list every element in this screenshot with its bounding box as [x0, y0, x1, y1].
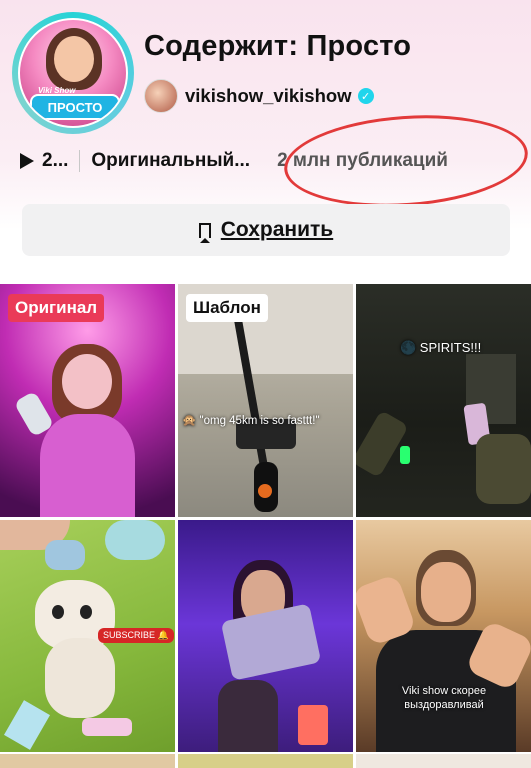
cover-badge-sub: Viki Show [38, 86, 76, 95]
video-thumbnail[interactable] [178, 520, 353, 752]
cover-badge: Viki Show ПРОСТО [30, 86, 120, 120]
save-button[interactable]: Сохранить [22, 204, 510, 256]
subscribe-sticker: SUBSCRIBE 🔔 [98, 628, 174, 643]
cover-image: Viki Show ПРОСТО [18, 18, 128, 128]
page-title: Содержит: Просто [144, 30, 412, 62]
annotation-circle [281, 107, 531, 215]
author-name[interactable]: vikishow_vikishow [185, 85, 352, 107]
video-caption: 🌑 SPIRITS!!! [400, 340, 482, 355]
video-grid: Оригинал Шаблон 🙊 "omg 45km is so fasttt… [0, 284, 531, 768]
video-thumbnail[interactable]: 🌑 SPIRITS!!! [356, 284, 531, 517]
author-row[interactable]: vikishow_vikishow ✓ [144, 78, 374, 114]
divider [79, 150, 81, 172]
save-button-label: Сохранить [220, 218, 334, 241]
cover-badge-text: ПРОСТО [47, 99, 103, 115]
video-thumbnail[interactable]: SUBSCRIBE 🔔 [0, 520, 175, 752]
author-avatar[interactable] [144, 79, 178, 113]
play-count[interactable]: 2... [20, 150, 68, 172]
sound-header: Viki Show ПРОСТО Содержит: Просто vikish… [0, 0, 531, 280]
video-caption: 🙊 "omg 45km is so fasttt!" [182, 415, 320, 427]
original-tag: Оригинал [8, 294, 105, 322]
sound-name[interactable]: Оригинальный... [91, 150, 250, 172]
bookmark-icon [198, 222, 211, 243]
play-count-label: 2... [42, 150, 69, 171]
play-icon [20, 153, 34, 169]
next-row-thumbnails [0, 754, 175, 768]
video-caption: Viki show скорее выздоравливай [401, 685, 487, 711]
sound-cover-avatar[interactable]: Viki Show ПРОСТО [12, 12, 134, 134]
verified-badge-icon: ✓ [357, 88, 374, 104]
video-thumbnail[interactable]: Шаблон 🙊 "omg 45km is so fasttt!" [178, 284, 353, 517]
video-thumbnail[interactable]: Viki show скорее выздоравливай [356, 520, 531, 752]
template-tag: Шаблон [186, 294, 268, 322]
video-thumbnail[interactable]: Оригинал [0, 284, 175, 517]
